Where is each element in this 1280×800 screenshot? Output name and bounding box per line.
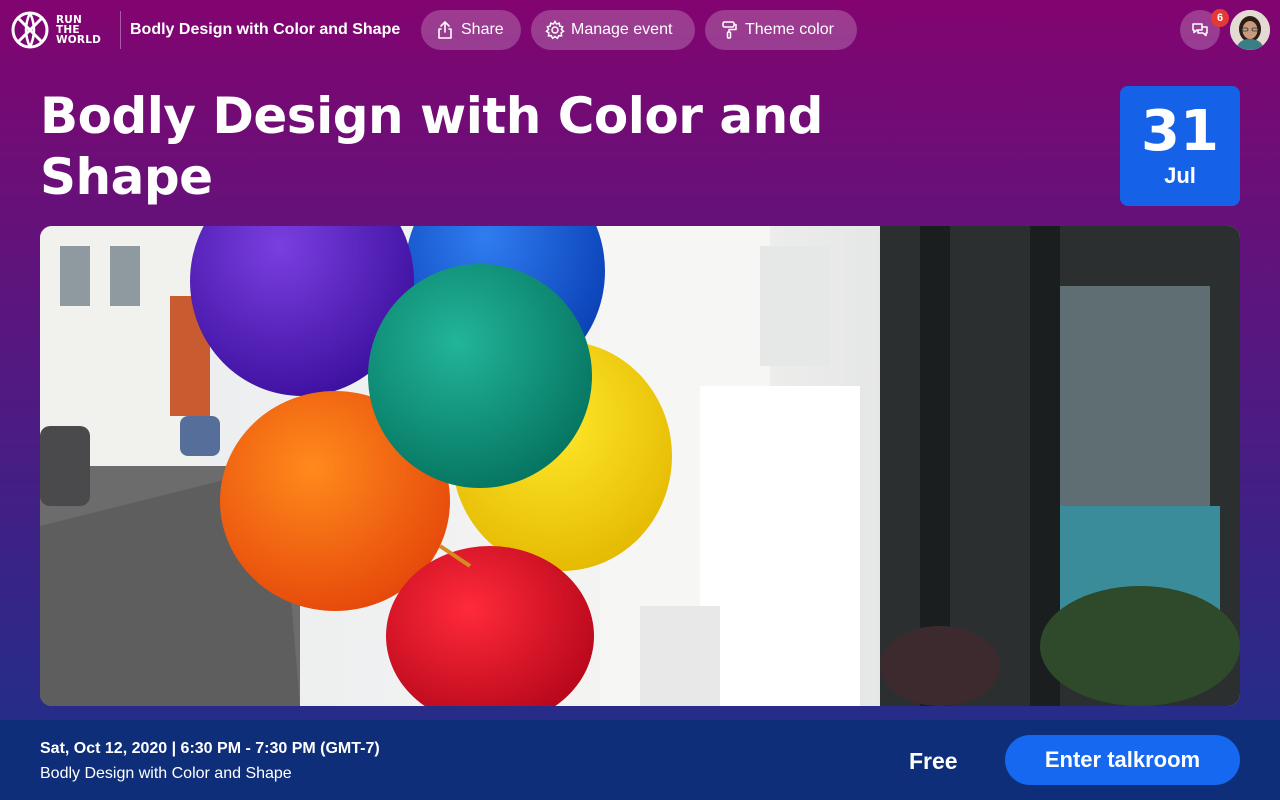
logo-globe-icon — [11, 11, 49, 49]
event-title: Bodly Design with Color and Shape — [40, 87, 823, 206]
top-bar: RUN THE WORLD Bodly Design with Color an… — [0, 0, 1280, 60]
share-button[interactable]: Share — [421, 10, 521, 50]
event-price: Free — [909, 748, 958, 774]
event-datetime: Sat, Oct 12, 2020 | 6:30 PM - 7:30 PM (G… — [40, 740, 380, 757]
share-button-label: Share — [461, 21, 504, 38]
event-footer-bar: Sat, Oct 12, 2020 | 6:30 PM - 7:30 PM (G… — [0, 720, 1280, 800]
event-banner-image — [40, 226, 1240, 706]
paint-roller-icon — [722, 21, 737, 39]
manage-event-label: Manage event — [571, 21, 673, 38]
balloons-photo — [40, 226, 1240, 706]
share-icon — [438, 21, 452, 39]
avatar-photo — [1230, 10, 1270, 50]
user-avatar[interactable] — [1230, 10, 1270, 50]
enter-talkroom-button[interactable]: Enter talkroom — [1005, 735, 1240, 785]
event-subtitle: Bodly Design with Color and Shape — [40, 765, 292, 782]
header-divider — [120, 11, 121, 49]
event-date-card: 31 Jul — [1120, 86, 1240, 206]
notification-badge: 6 — [1211, 9, 1229, 27]
logo-wordmark: RUN THE WORLD — [56, 15, 101, 46]
manage-event-button[interactable]: Manage event — [531, 10, 695, 50]
event-date-month: Jul — [1164, 163, 1196, 188]
run-the-world-logo[interactable]: RUN THE WORLD — [10, 10, 101, 50]
theme-color-button[interactable]: Theme color — [705, 10, 857, 50]
event-date-day: 31 — [1141, 99, 1219, 164]
header-event-name: Bodly Design with Color and Shape — [130, 21, 401, 38]
theme-color-label: Theme color — [745, 21, 834, 38]
gear-icon — [545, 20, 565, 40]
logo-line-3: WORLD — [56, 34, 101, 46]
chat-bubbles-icon — [1192, 23, 1208, 37]
